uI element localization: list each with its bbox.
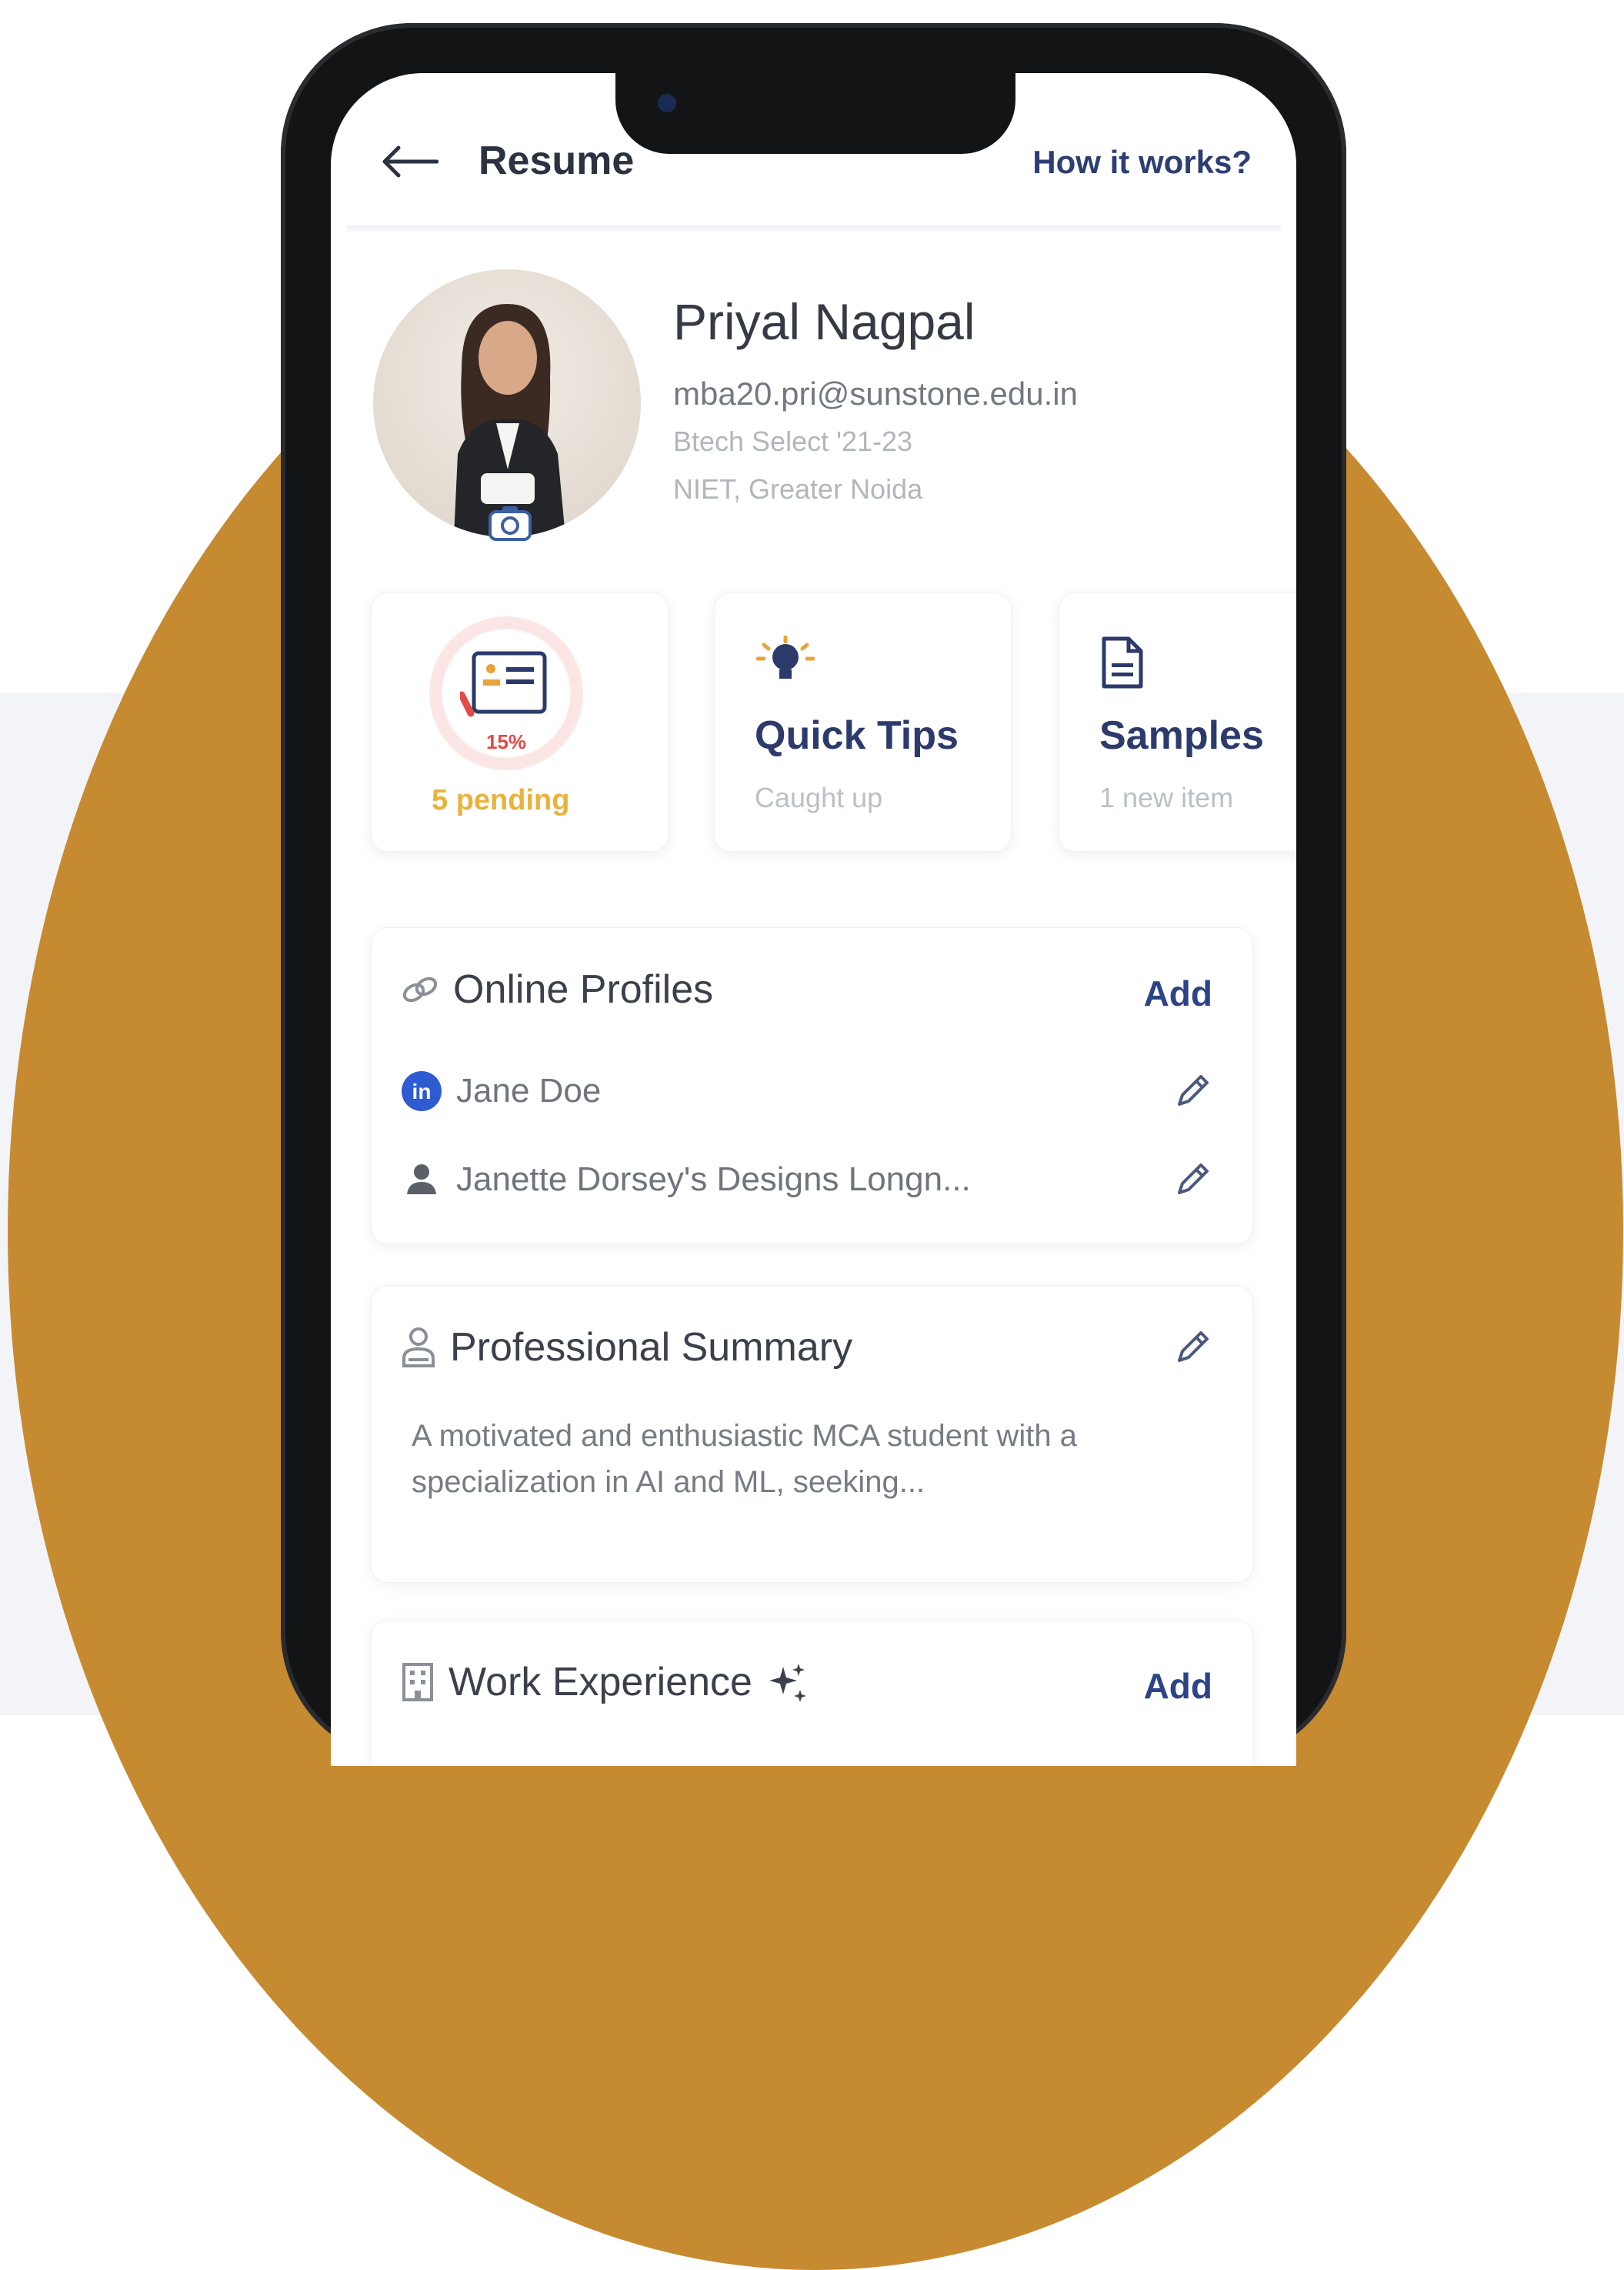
profile-batch: Btech Select '21-23 (673, 426, 913, 457)
back-button[interactable] (378, 135, 440, 189)
profile-photo (454, 304, 565, 537)
work-experience-title: Work Experience (449, 1660, 752, 1704)
professional-summary-title: Professional Summary (450, 1325, 853, 1370)
camera-icon (489, 506, 532, 541)
change-photo-button[interactable] (485, 500, 535, 546)
pencil-icon (1178, 1331, 1209, 1362)
add-work-experience-button[interactable]: Add (1144, 1665, 1212, 1707)
samples-title: Samples (1099, 713, 1264, 758)
sparkle-icon (769, 1664, 806, 1702)
avatar[interactable] (373, 269, 641, 537)
quick-tips-card[interactable]: Quick Tips Caught up (714, 593, 1012, 852)
work-experience-header: Work Experience (401, 1659, 809, 1705)
online-profiles-header: Online Profiles (401, 966, 713, 1013)
person-icon (407, 1164, 436, 1194)
online-profiles-section: Online Profiles Add in Jane Doe Janette … (371, 927, 1253, 1244)
resume-progress-card[interactable]: 15% 5 pending (371, 593, 669, 852)
professional-summary-section: Professional Summary A motivated and ent… (371, 1285, 1253, 1583)
online-profile-label: Jane Doe (456, 1072, 602, 1110)
online-profiles-title: Online Profiles (453, 967, 714, 1012)
add-online-profile-button[interactable]: Add (1144, 973, 1212, 1014)
lightbulb-icon (755, 636, 815, 679)
samples-card[interactable]: Samples 1 new item (1059, 593, 1296, 852)
phone-screen: Resume How it works? Priyal Nagpal mba20… (331, 73, 1296, 1766)
online-profile-label: Janette Dorsey's Designs Longn... (456, 1160, 971, 1198)
resume-progress-icon (460, 651, 547, 717)
professional-summary-text: A motivated and enthusiastic MCA student… (412, 1419, 1077, 1499)
samples-status: 1 new item (1099, 782, 1234, 813)
page-title: Resume (479, 139, 635, 183)
profile-email: mba20.pri@sunstone.edu.in (673, 376, 1078, 412)
progress-percent: 15% (485, 730, 527, 753)
pending-count: 5 pending (432, 784, 570, 816)
online-profile-item[interactable]: in Jane Doe (401, 1070, 601, 1112)
profile-name: Priyal Nagpal (673, 293, 975, 350)
document-icon (1102, 636, 1143, 689)
edit-online-profile-button[interactable] (1169, 1068, 1215, 1114)
linkedin-icon: in (402, 1071, 442, 1111)
header-divider (346, 225, 1281, 233)
profile-college: NIET, Greater Noida (673, 473, 923, 505)
user-outline-icon (402, 1327, 435, 1367)
link-icon (402, 976, 438, 1003)
edit-online-profile-button[interactable] (1169, 1157, 1215, 1203)
building-icon (402, 1663, 433, 1701)
work-experience-section: Work Experience Add (371, 1620, 1253, 1766)
arrow-left-icon (382, 145, 439, 178)
progress-ring: 15% (429, 616, 583, 770)
professional-summary-header: Professional Summary (401, 1324, 852, 1370)
quick-tips-title: Quick Tips (755, 713, 959, 758)
pencil-icon (1178, 1163, 1209, 1194)
front-camera (658, 94, 676, 112)
svg-text:in: in (412, 1080, 432, 1103)
edit-summary-button[interactable] (1169, 1324, 1215, 1370)
online-profile-item[interactable]: Janette Dorsey's Designs Longn... (401, 1159, 971, 1200)
how-it-works-link[interactable]: How it works? (1032, 144, 1252, 181)
pencil-icon (1178, 1075, 1209, 1106)
quick-tips-status: Caught up (755, 782, 883, 813)
